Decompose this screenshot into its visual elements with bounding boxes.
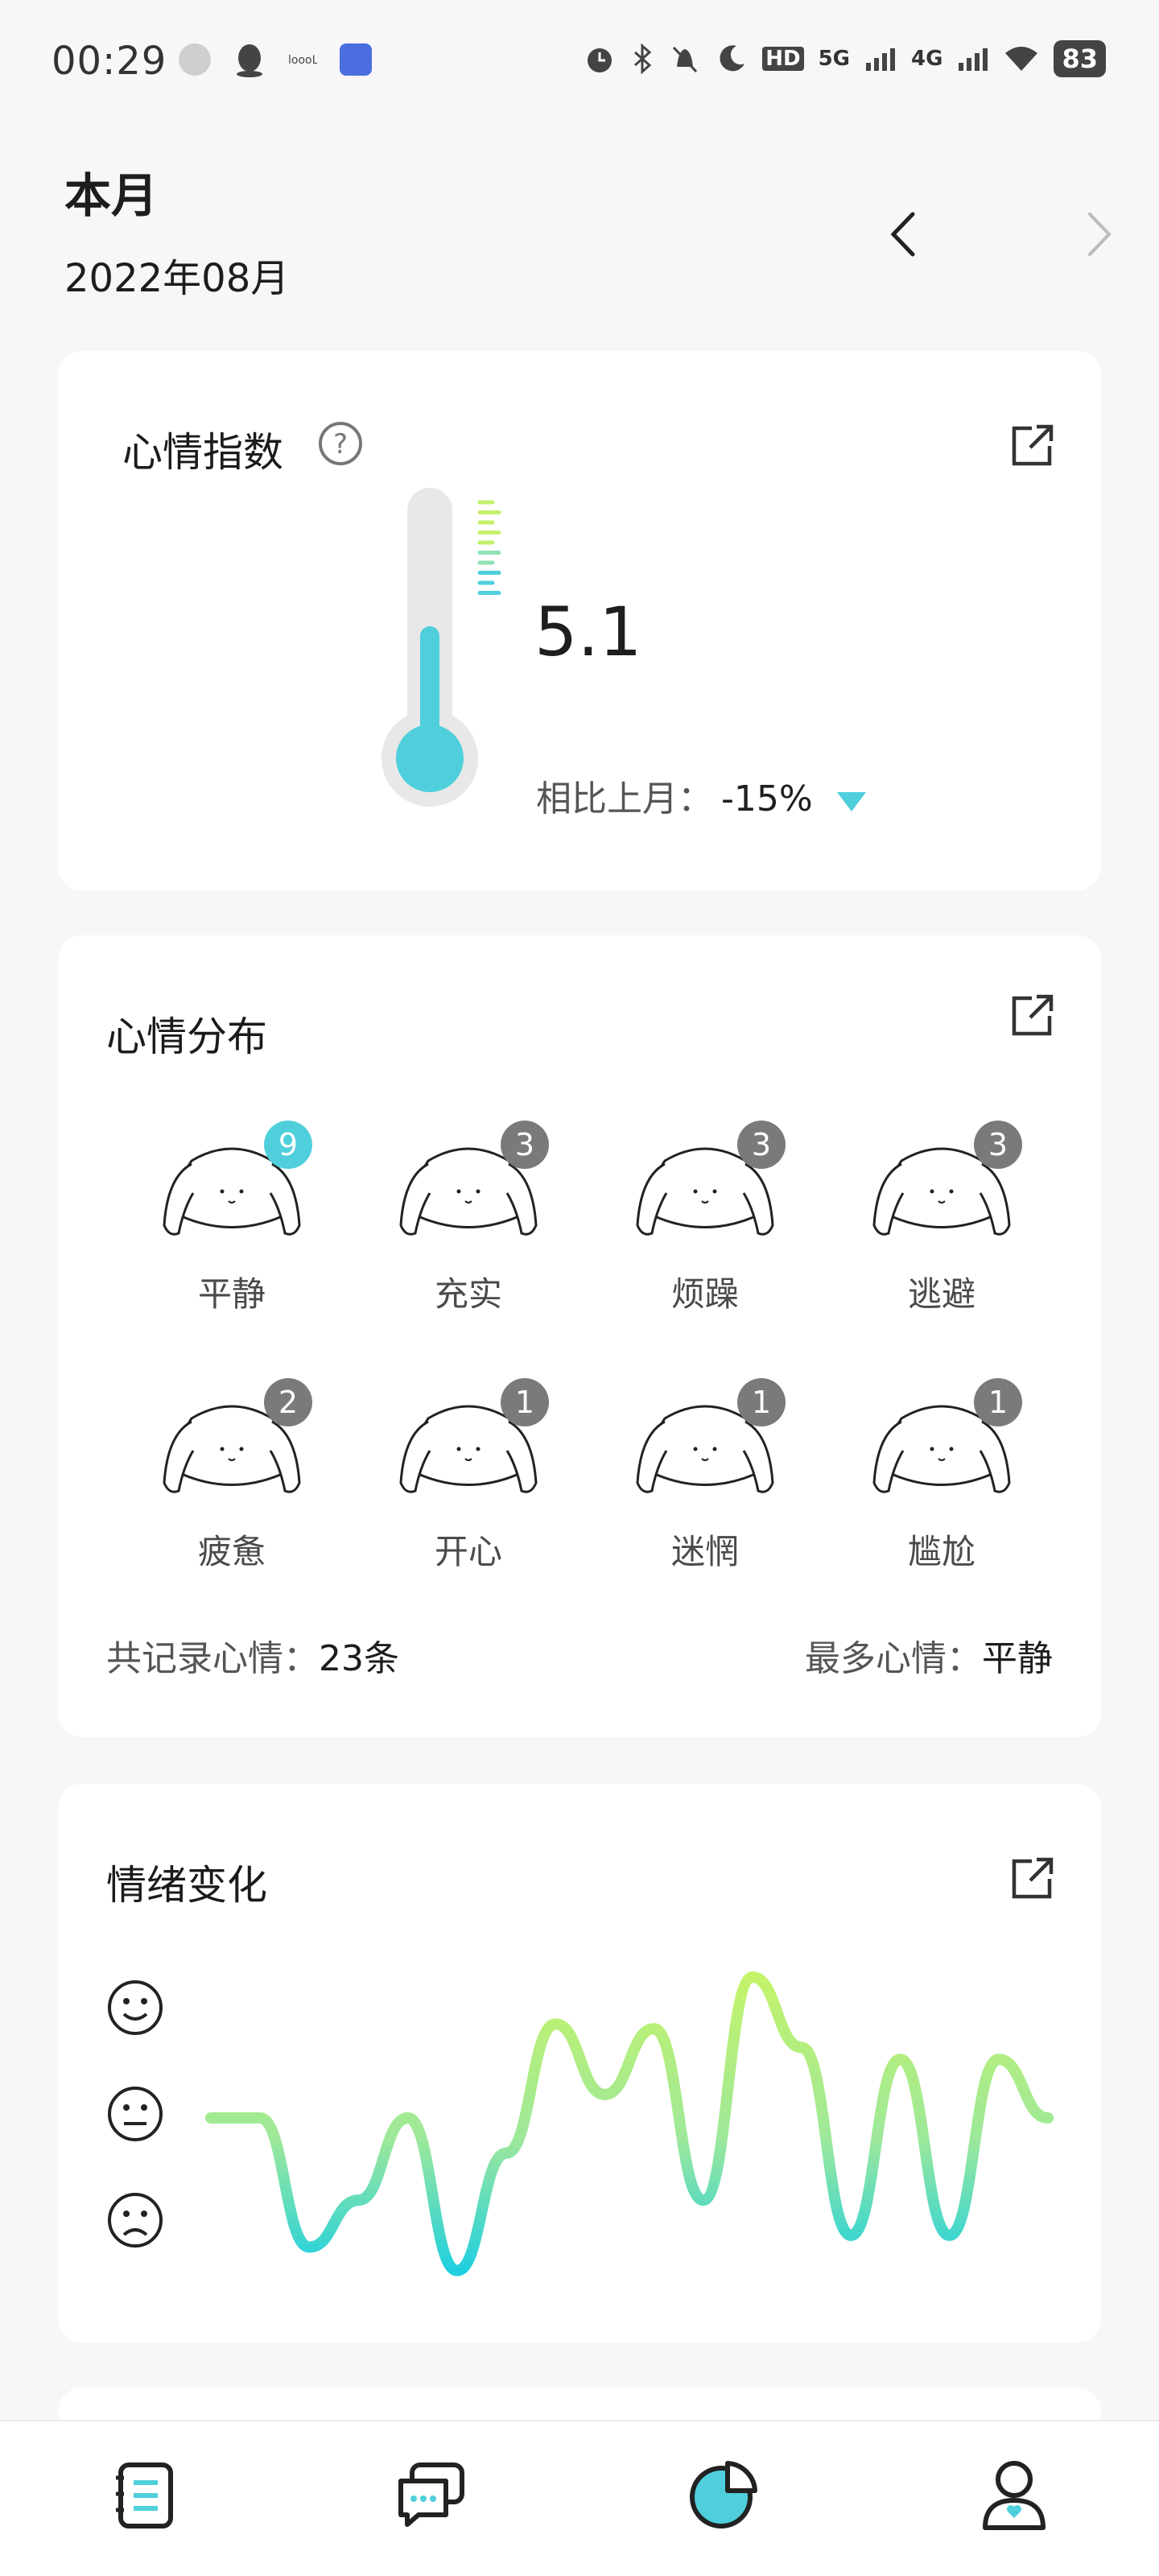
mood-distribution-card: 心情分布 9 平静 3 充实 3 烦躁 3 逃避 2 疲惫 1 开心 1 迷惘 1 尴尬 共记录心情：23条 … xyxy=(58,935,1101,1737)
happy-face-icon xyxy=(108,1980,163,2035)
mood-index-card: 心情指数 ? 5.1 相比上月： -15% xyxy=(58,351,1101,890)
mute-icon xyxy=(673,46,698,73)
status-bar: 00:29 loooL HD 5G 4G 83 xyxy=(0,0,1159,121)
mood-distribution-title: 心情分布 xyxy=(106,1013,267,1060)
down-triangle-icon xyxy=(836,792,866,811)
mood-item[interactable]: 9 平静 xyxy=(143,1113,320,1330)
profile-icon[interactable] xyxy=(974,2454,1054,2534)
moon-icon xyxy=(720,45,745,72)
mood-count-badge: 3 xyxy=(501,1121,549,1169)
compare-label: 相比上月： xyxy=(536,778,713,819)
emotion-change-card: 情绪变化 xyxy=(58,1784,1101,2343)
mood-item[interactable]: 1 开心 xyxy=(380,1370,557,1587)
mood-label: 烦躁 xyxy=(670,1274,739,1314)
gallery-icon xyxy=(179,43,211,76)
status-left-icons: loooL xyxy=(179,42,372,77)
mood-index-title: 心情指数 xyxy=(122,429,283,476)
qq-icon xyxy=(237,44,262,77)
export-emotion-change-icon[interactable] xyxy=(1008,1855,1056,1903)
mood-count-badge: 1 xyxy=(501,1378,549,1426)
svg-text:loooL: loooL xyxy=(288,54,317,67)
compare-value: -15% xyxy=(721,778,813,819)
signal-4g-icon: 4G xyxy=(911,47,943,71)
status-time: 00:29 xyxy=(52,39,167,84)
emotion-change-title: 情绪变化 xyxy=(106,1862,267,1909)
most-label: 最多心情： xyxy=(805,1638,982,1679)
total-value: 23条 xyxy=(319,1638,399,1679)
mood-item[interactable]: 2 疲惫 xyxy=(143,1370,320,1587)
dots-icon: loooL xyxy=(288,54,317,67)
signal-5g-bars-icon xyxy=(866,48,896,71)
stats-icon[interactable] xyxy=(684,2454,765,2534)
hd-icon: HD xyxy=(762,47,804,71)
most-value: 平静 xyxy=(982,1638,1053,1679)
mood-item[interactable]: 3 逃避 xyxy=(853,1113,1030,1330)
emotion-series-line xyxy=(205,1971,1054,2277)
diary-icon[interactable] xyxy=(105,2454,185,2534)
next-month-button[interactable] xyxy=(1075,206,1120,262)
mood-count-badge: 3 xyxy=(974,1121,1022,1169)
most-mood: 最多心情：平静 xyxy=(805,1629,1053,1681)
export-mood-index-icon[interactable] xyxy=(1008,422,1056,470)
mood-item[interactable]: 3 充实 xyxy=(380,1113,557,1330)
mood-label: 平静 xyxy=(197,1274,266,1314)
mood-count-badge: 2 xyxy=(264,1378,312,1426)
total-records: 共记录心情：23条 xyxy=(106,1629,399,1681)
mood-item[interactable]: 3 烦躁 xyxy=(617,1113,794,1330)
mood-label: 尴尬 xyxy=(907,1532,975,1571)
bottom-nav xyxy=(0,2420,1159,2576)
status-right-icons: HD 5G 4G 83 xyxy=(584,40,1106,77)
mood-index-compare: 相比上月： -15% xyxy=(536,770,868,821)
signal-5g-icon: 5G xyxy=(818,47,851,71)
svg-text:?: ? xyxy=(333,428,348,460)
alarm-icon xyxy=(588,48,612,72)
sad-face-icon xyxy=(108,2193,163,2248)
prev-month-button[interactable] xyxy=(882,206,927,262)
page-title: 本月 xyxy=(64,168,159,223)
mood-label: 开心 xyxy=(434,1532,502,1571)
emotion-line-chart xyxy=(205,1971,1054,2277)
mood-count-badge: 9 xyxy=(264,1121,312,1169)
chat-icon[interactable] xyxy=(391,2454,472,2534)
mood-label: 疲惫 xyxy=(197,1532,266,1571)
mood-count-badge: 1 xyxy=(737,1378,786,1426)
wifi-icon xyxy=(1005,47,1038,71)
neutral-face-icon xyxy=(108,2087,163,2141)
mood-item[interactable]: 1 尴尬 xyxy=(853,1370,1030,1587)
mood-count-badge: 1 xyxy=(974,1378,1022,1426)
total-label: 共记录心情： xyxy=(106,1638,319,1679)
bluetooth-icon xyxy=(634,43,652,75)
month-label: 2022年08月 xyxy=(64,256,290,301)
mood-count-badge: 3 xyxy=(737,1121,786,1169)
mood-label: 迷惘 xyxy=(670,1532,739,1571)
mood-index-value: 5.1 xyxy=(534,592,642,671)
export-mood-distribution-icon[interactable] xyxy=(1008,992,1056,1040)
thermometer-scale xyxy=(477,500,501,595)
mood-thermometer xyxy=(382,488,501,807)
signal-4g-bars-icon xyxy=(959,48,988,71)
battery-icon: 83 xyxy=(1054,40,1106,77)
mood-item[interactable]: 1 迷惘 xyxy=(617,1370,794,1587)
mood-label: 逃避 xyxy=(907,1274,975,1314)
help-icon[interactable]: ? xyxy=(317,420,364,467)
mood-label: 充实 xyxy=(434,1274,502,1314)
study-app-icon xyxy=(340,43,372,76)
